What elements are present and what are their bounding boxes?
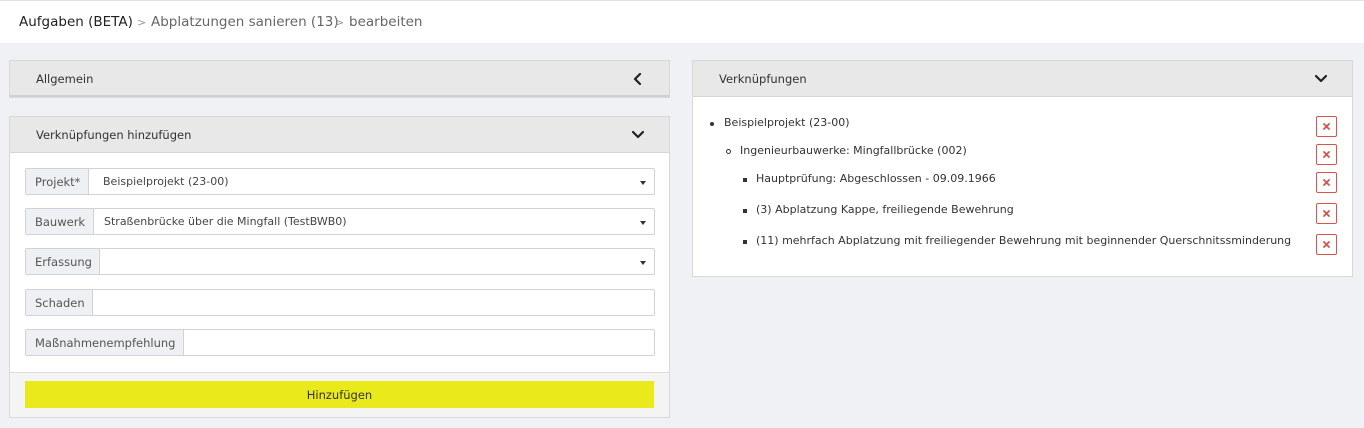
chevron-left-icon[interactable] [629,70,647,88]
bullet-circle [726,149,731,154]
delete-link-button[interactable] [1316,234,1337,255]
schaden-label: Schaden [26,290,93,315]
panel-allgemein: Allgemein [9,60,670,98]
caret-down-icon [640,261,646,265]
massnahmenempfehlung-label: Maßnahmenempfehlung [26,330,184,355]
link-item-bauwerk: Ingenieurbauwerke: Mingfallbrücke (002) [740,144,967,157]
breadcrumb: Aufgaben (BETA) > Abplatzungen sanieren … [0,0,1364,43]
panel-add-links-title: Verknüpfungen hinzufügen [36,128,192,142]
breadcrumb-separator: > [137,16,147,29]
panel-links: Verknüpfungen Beispielprojekt (23-00) In… [692,60,1353,277]
close-icon [1323,123,1330,130]
delete-link-button[interactable] [1316,172,1337,193]
projekt-select[interactable]: Projekt* Beispielprojekt (23-00) [25,168,655,195]
projekt-value: Beispielprojekt (23-00) [103,175,229,188]
massnahmenempfehlung-input[interactable]: Maßnahmenempfehlung [25,329,655,356]
add-button[interactable]: Hinzufügen [25,381,654,408]
schaden-input[interactable]: Schaden [25,289,655,316]
bullet-disc [710,122,714,126]
panel-allgemein-title: Allgemein [36,72,94,86]
bullet-square [743,209,747,213]
delete-link-button[interactable] [1316,203,1337,224]
breadcrumb-separator: > [335,16,345,29]
panel-links-header[interactable]: Verknüpfungen [693,61,1352,97]
bauwerk-select[interactable]: Bauwerk Straßenbrücke über die Mingfall … [25,208,655,235]
panel-add-links: Verknüpfungen hinzufügen Projekt* Beispi… [9,116,670,418]
link-item-schaden: (11) mehrfach Abplatzung mit freiliegend… [756,234,1292,247]
breadcrumb-item-bearbeiten: bearbeiten [349,14,423,30]
chevron-down-icon[interactable] [629,126,647,144]
caret-down-icon [640,221,646,225]
chevron-down-icon[interactable] [1312,70,1330,88]
projekt-label: Projekt* [26,169,89,194]
panel-add-links-header[interactable]: Verknüpfungen hinzufügen [10,117,669,153]
delete-link-button[interactable] [1316,116,1337,137]
bullet-square [743,178,747,182]
link-item-erfassung: Hauptprüfung: Abgeschlossen - 09.09.1966 [756,172,996,185]
panel-allgemein-header[interactable]: Allgemein [10,61,669,97]
link-item-project: Beispielprojekt (23-00) [724,116,850,129]
breadcrumb-item-abplatzungen[interactable]: Abplatzungen sanieren (13) [151,14,339,30]
breadcrumb-item-aufgaben[interactable]: Aufgaben (BETA) [19,14,133,30]
erfassung-select[interactable]: Erfassung [25,248,655,275]
delete-link-button[interactable] [1316,144,1337,165]
link-item-schaden: (3) Abplatzung Kappe, freiliegende Beweh… [756,203,1014,216]
erfassung-label: Erfassung [26,249,100,274]
bullet-square [743,240,747,244]
close-icon [1323,151,1330,158]
close-icon [1323,179,1330,186]
close-icon [1323,241,1330,248]
bauwerk-label: Bauwerk [26,209,94,234]
panel-links-title: Verknüpfungen [719,72,807,86]
caret-down-icon [640,181,646,185]
panel-add-links-footer: Hinzufügen [10,372,669,417]
close-icon [1323,210,1330,217]
bauwerk-value: Straßenbrücke über die Mingfall (TestBWB… [104,215,347,228]
